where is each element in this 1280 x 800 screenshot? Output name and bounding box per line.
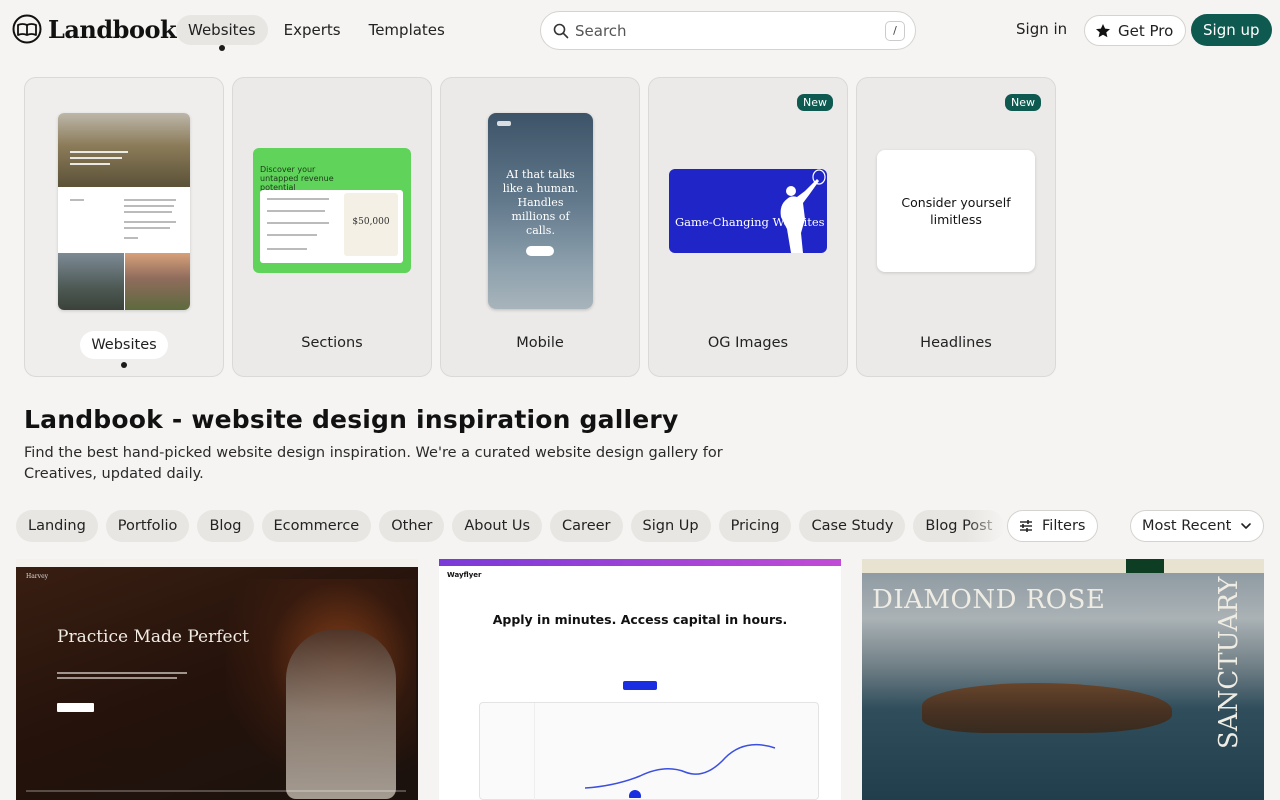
sections-thumb-headline: Discover your untapped revenue potential	[260, 165, 334, 192]
wayflyer-headline: Apply in minutes. Access capital in hour…	[492, 612, 788, 627]
get-pro-button[interactable]: Get Pro	[1084, 15, 1187, 46]
page-title: Landbook - website design inspiration ga…	[24, 405, 679, 434]
new-badge: New	[1005, 94, 1041, 111]
sign-up-button[interactable]: Sign up	[1191, 14, 1272, 46]
chevron-down-icon	[1241, 523, 1252, 529]
sort-label: Most Recent	[1142, 518, 1232, 534]
logo[interactable]: Landbook	[12, 14, 177, 44]
chip-ecommerce[interactable]: Ecommerce	[261, 510, 372, 542]
sections-thumb-price: $50,000	[344, 193, 398, 256]
dashboard-preview	[479, 702, 819, 800]
websites-thumbnail	[58, 113, 190, 310]
chip-other[interactable]: Other	[379, 510, 445, 542]
og-thumb-headline: Game-Changing Websites	[675, 215, 825, 229]
sign-in-link[interactable]: Sign in	[1016, 20, 1067, 38]
category-label: Websites	[80, 331, 168, 359]
category-label: Mobile	[516, 335, 564, 351]
search-box[interactable]: /	[540, 11, 916, 50]
category-label: Headlines	[920, 335, 992, 351]
diamond-rose-headline: DIAMOND ROSE	[872, 585, 1106, 615]
person-image	[286, 629, 396, 799]
top-header: Landbook Websites Experts Templates / Si…	[0, 0, 1280, 60]
nav-experts[interactable]: Experts	[272, 15, 353, 45]
headline-thumbnail: Consider yourself limitless	[877, 150, 1035, 272]
og-image-thumbnail: Game-Changing Websites	[669, 169, 827, 253]
search-icon	[553, 23, 569, 38]
filters-label: Filters	[1042, 518, 1086, 534]
category-card-mobile[interactable]: AI that talks like a human. Handles mill…	[440, 77, 640, 377]
nav-websites[interactable]: Websites	[176, 15, 268, 51]
chip-pricing[interactable]: Pricing	[718, 510, 792, 542]
sections-thumbnail: Discover your untapped revenue potential…	[253, 148, 411, 273]
logo-text: Landbook	[48, 14, 177, 44]
category-card-og-images[interactable]: New Game-Changing Websites OG Images	[648, 77, 848, 377]
get-pro-label: Get Pro	[1118, 21, 1174, 40]
main-nav: Websites Experts Templates	[176, 15, 457, 51]
chip-blog[interactable]: Blog	[197, 510, 254, 542]
category-card-headlines[interactable]: New Consider yourself limitless Headline…	[856, 77, 1056, 377]
search-input[interactable]	[575, 21, 885, 40]
mobile-thumbnail: AI that talks like a human. Handles mill…	[488, 113, 593, 309]
growth-chart-graphic	[585, 743, 776, 798]
mobile-thumb-headline: AI that talks like a human. Handles mill…	[502, 168, 579, 237]
category-label: Sections	[301, 335, 363, 351]
request-demo-button-thumb	[57, 703, 94, 712]
active-indicator-dot	[121, 362, 127, 368]
chip-landing[interactable]: Landing	[16, 510, 98, 542]
search-shortcut-key: /	[885, 20, 905, 41]
filter-chip-bar: Landing Portfolio Blog Ecommerce Other A…	[16, 510, 1006, 542]
category-card-websites[interactable]: Websites	[24, 77, 224, 377]
gallery-item-diamond-rose[interactable]: DIAMOND ROSE SANCTUARY	[862, 559, 1264, 800]
chip-portfolio[interactable]: Portfolio	[105, 510, 190, 542]
wayflyer-brand: Wayflyer	[447, 571, 482, 579]
category-card-sections[interactable]: Discover your untapped revenue potential…	[232, 77, 432, 377]
chip-career[interactable]: Career	[550, 510, 623, 542]
get-started-button-thumb	[623, 681, 657, 690]
tennis-player-illustration	[780, 169, 826, 253]
nav-templates[interactable]: Templates	[357, 15, 457, 45]
category-label: OG Images	[707, 335, 789, 351]
chip-sign-up[interactable]: Sign Up	[630, 510, 711, 542]
harvey-brand: Harvey	[26, 573, 49, 580]
star-icon	[1096, 23, 1110, 37]
chip-about-us[interactable]: About Us	[452, 510, 543, 542]
harvey-headline: Practice Made Perfect	[57, 627, 249, 647]
chip-bar-fade	[966, 510, 1006, 542]
new-badge: New	[797, 94, 833, 111]
sliders-icon	[1020, 520, 1032, 532]
page-description: Find the best hand-picked website design…	[24, 445, 723, 482]
filters-button[interactable]: Filters	[1007, 510, 1099, 542]
sort-dropdown[interactable]: Most Recent	[1130, 510, 1265, 542]
chip-case-study[interactable]: Case Study	[799, 510, 906, 542]
gallery-item-wayflyer[interactable]: Wayflyer Apply in minutes. Access capita…	[439, 559, 841, 800]
gallery-item-harvey[interactable]: Harvey Practice Made Perfect	[16, 559, 418, 800]
sanctuary-vertical-text: SANCTUARY	[1214, 576, 1244, 749]
book-logo-icon	[12, 14, 42, 44]
